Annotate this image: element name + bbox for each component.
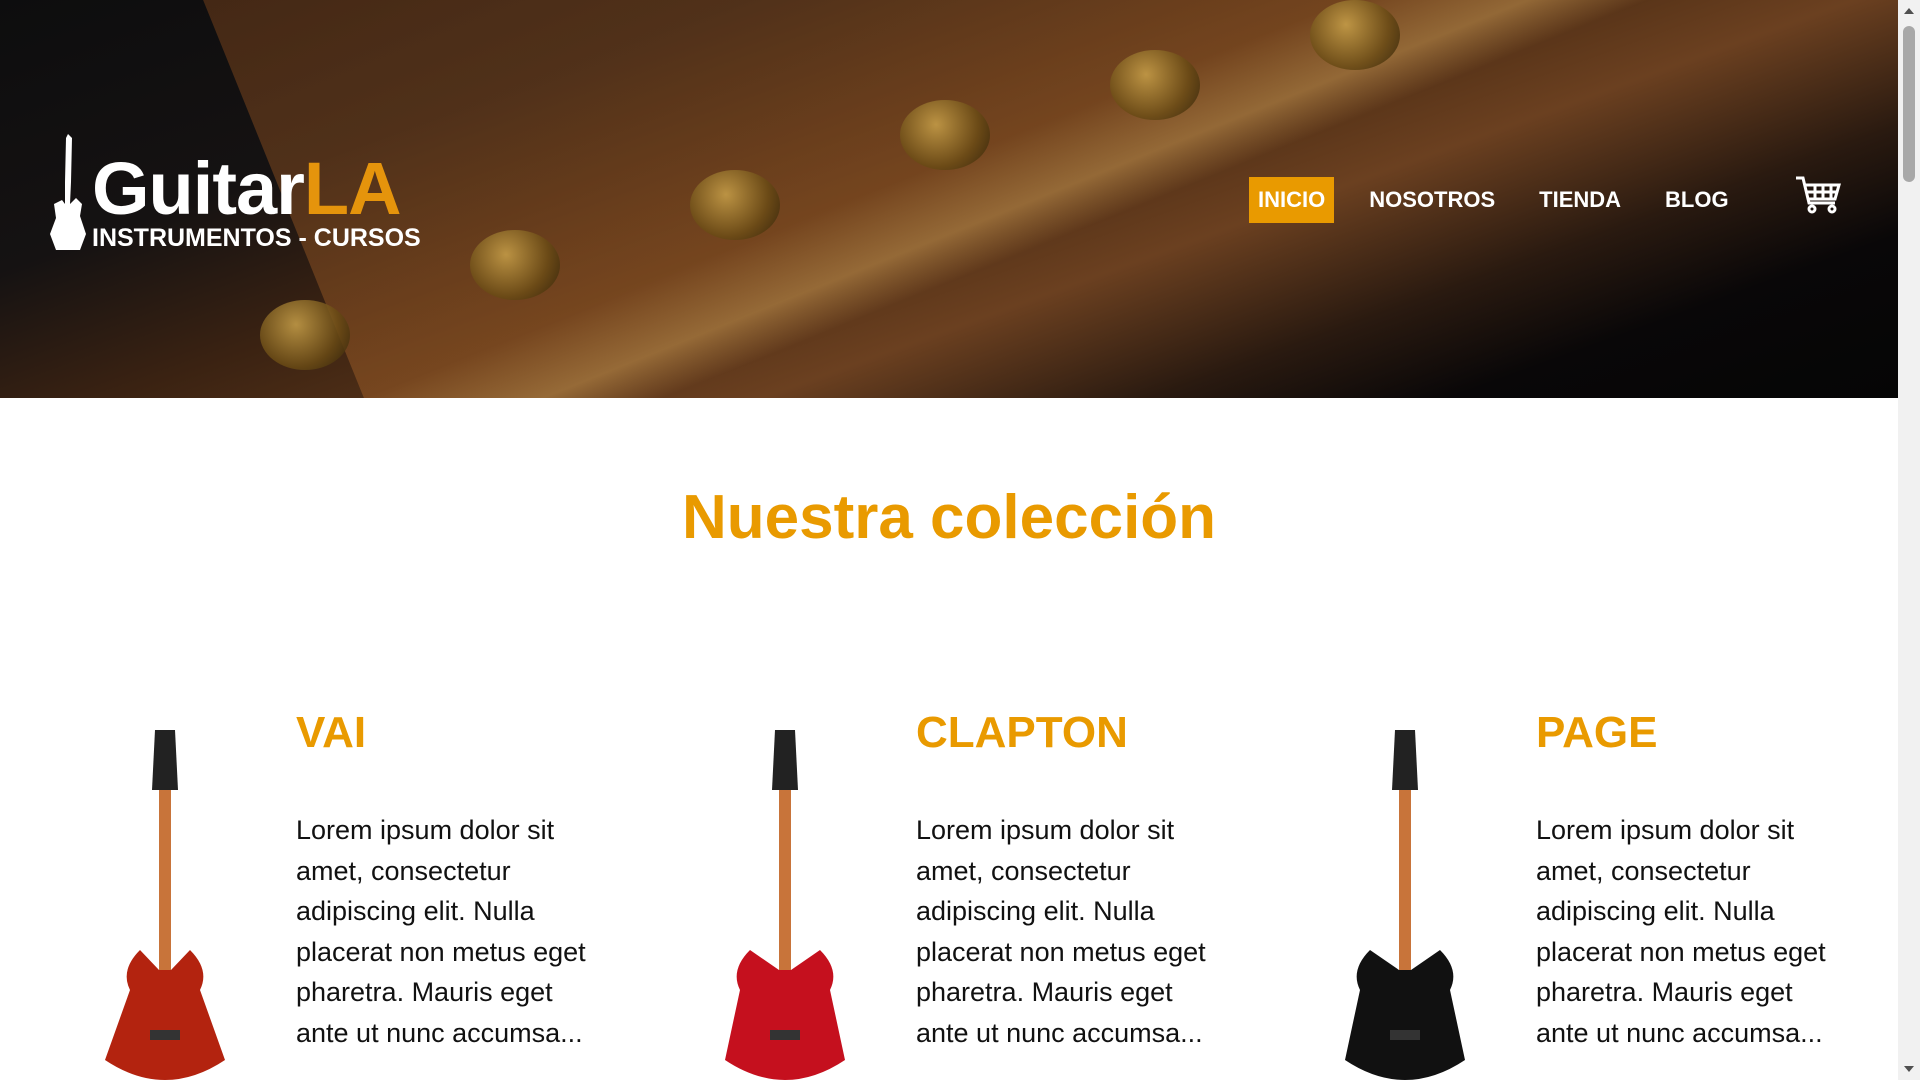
nav-blog[interactable]: BLOG [1656,177,1738,223]
product-card[interactable]: VAI Lorem ipsum dolor sit amet, consecte… [100,700,700,1080]
main-nav: INICIO NOSOTROS TIENDA BLOG [1249,177,1764,223]
guitar-image [105,730,225,1080]
section-title: Nuestra colección [681,483,1217,552]
scroll-up-arrow-icon[interactable] [1904,8,1914,14]
product-card[interactable]: CLAPTON Lorem ipsum dolor sit amet, cons… [720,700,1320,1080]
guitar-image [1345,730,1465,1080]
guitar-image [725,730,845,1080]
product-description: Lorem ipsum dolor sit amet, consectetur … [1536,815,1826,1048]
nav-inicio[interactable]: INICIO [1249,177,1335,223]
product-description: Lorem ipsum dolor sit amet, consectetur … [916,815,1206,1048]
product-card[interactable]: PAGE Lorem ipsum dolor sit amet, consect… [1340,700,1920,1080]
site-header: GuitarLA INSTRUMENTOS - CURSOS INICIO NO… [0,0,1898,398]
product-name[interactable]: VAI [296,708,366,758]
product-description: Lorem ipsum dolor sit amet, consectetur … [296,815,586,1048]
site-logo[interactable]: GuitarLA INSTRUMENTOS - CURSOS [48,134,428,254]
nav-tienda[interactable]: TIENDA [1530,177,1630,223]
shopping-cart-icon[interactable] [1795,175,1841,215]
nav-nosotros[interactable]: NOSOTROS [1360,177,1504,223]
guitar-logo-icon [50,134,86,250]
product-name[interactable]: PAGE [1536,708,1657,758]
scrollbar-thumb[interactable] [1903,26,1915,182]
product-name[interactable]: CLAPTON [916,708,1128,758]
